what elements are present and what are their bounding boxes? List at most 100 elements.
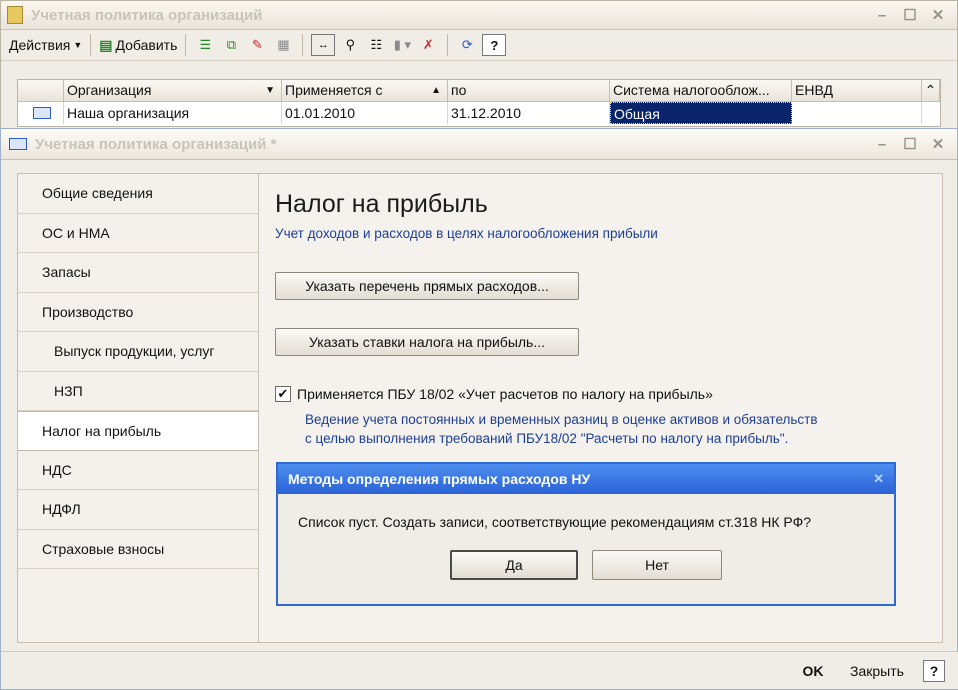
nav-item-fixed-assets[interactable]: ОС и НМА [18, 214, 258, 253]
policy-table: Организация ▼ Применяется с ▲ по Система н… [17, 79, 941, 127]
toolbar-divider [185, 34, 187, 56]
nav-item-label: Выпуск продукции, услуг [54, 343, 215, 360]
nav-item-label: Страховые взносы [42, 540, 165, 557]
table-row[interactable]: Наша организация 01.01.2010 31.12.2010 О… [18, 102, 940, 124]
column-header-organization[interactable]: Организация ▼ [64, 80, 282, 102]
add-button-label: Добавить [115, 37, 178, 53]
add-button[interactable]: ▤ Добавить [99, 37, 177, 54]
cell-organization[interactable]: Наша организация [64, 102, 282, 124]
close-icon[interactable]: ✕ [929, 6, 947, 24]
pbu-note-line: с целью выполнения требований ПБУ18/02 "… [305, 431, 789, 446]
direct-costs-button[interactable]: Указать перечень прямых расходов... [275, 272, 579, 300]
nav-item-label: НДС [42, 461, 72, 478]
nav-item-label: Запасы [42, 264, 91, 281]
form-window-icon [9, 138, 27, 150]
scroll-up-icon[interactable]: ⌃ [922, 80, 940, 102]
column-header-tax-system[interactable]: Система налогооблож... [610, 80, 792, 102]
actions-menu-label: Действия [9, 37, 71, 53]
help-button[interactable]: ? [923, 660, 945, 682]
cell-to[interactable]: 31.12.2010 [448, 102, 610, 124]
chevron-down-icon: ▼ [73, 40, 83, 50]
checkmark-icon: ✔ [277, 386, 289, 401]
interval-icon[interactable]: ↔ [311, 34, 336, 56]
nav-item-general[interactable]: Общие сведения [18, 174, 258, 214]
pbu-checkbox-row[interactable]: ✔ Применяется ПБУ 18/02 «Учет расчетов п… [275, 386, 713, 402]
minimize-icon[interactable]: – [873, 135, 891, 153]
back-window: Учетная политика организаций – ☐ ✕ Дейст… [0, 0, 958, 130]
pbu-checkbox[interactable]: ✔ [275, 386, 291, 402]
maximize-icon[interactable]: ☐ [901, 6, 919, 24]
close-icon[interactable]: ✕ [873, 471, 884, 487]
refresh-icon[interactable]: ⟳ [456, 35, 478, 55]
ok-button[interactable]: OK [795, 656, 831, 686]
nav-item-insurance[interactable]: Страховые взносы [18, 530, 258, 569]
form-titlebar: Учетная политика организаций * – ☐ ✕ [1, 129, 957, 160]
close-icon[interactable]: ✕ [929, 135, 947, 153]
nav-item-output[interactable]: Выпуск продукции, услуг [18, 332, 258, 372]
dialog-message: Список пуст. Создать записи, соответству… [298, 514, 812, 530]
copy-icon[interactable]: ⧉ [220, 35, 242, 55]
filter-list-icon[interactable]: ☷ [365, 35, 387, 55]
toolbar-divider [447, 34, 449, 56]
nav-item-label: НДФЛ [42, 501, 81, 518]
delete-icon[interactable]: ▦ [272, 35, 294, 55]
cell-tax-system[interactable]: Общая [610, 102, 792, 124]
maximize-icon[interactable]: ☐ [901, 135, 919, 153]
nav-item-label: НЗП [54, 382, 83, 399]
hierarchy-icon[interactable]: ▮ ▾ [391, 35, 413, 55]
confirm-dialog: Методы определения прямых расходов НУ ✕ … [276, 462, 896, 606]
clear-filter-icon[interactable]: ✗ [417, 35, 439, 55]
column-header-label: Система налогооблож... [613, 82, 770, 98]
column-header-label: ЕНВД [795, 82, 833, 98]
nav-item-vat[interactable]: НДС [18, 451, 258, 490]
column-header-to[interactable]: по [448, 80, 610, 102]
nav-item-label: Производство [42, 303, 134, 320]
help-icon[interactable]: ? [482, 34, 507, 56]
minimize-icon[interactable]: – [873, 6, 891, 24]
yes-button[interactable]: Да [450, 550, 578, 580]
toolbar-divider [90, 34, 92, 56]
page-subtitle: Учет доходов и расходов в целях налогооб… [275, 226, 658, 241]
form-footer: OK Закрыть ? [1, 651, 958, 689]
filter-icon[interactable]: ⚲ [339, 35, 361, 55]
actions-menu[interactable]: Действия ▼ [9, 37, 82, 53]
pbu-note: Ведение учета постоянных и временных раз… [305, 410, 818, 448]
cell-envd[interactable] [792, 102, 922, 124]
column-header-label: Организация [67, 82, 152, 98]
add-icon: ▤ [99, 36, 113, 53]
table-header-icon-col [18, 80, 64, 102]
toolbar-divider [302, 34, 304, 56]
nav-item-wip[interactable]: НЗП [18, 372, 258, 411]
nav-item-ndfl[interactable]: НДФЛ [18, 490, 258, 530]
add-group-icon[interactable]: ☰ [194, 35, 216, 55]
column-header-envd[interactable]: ЕНВД [792, 80, 922, 102]
form-window-title: Учетная политика организаций * [35, 135, 277, 153]
back-window-icon [7, 6, 23, 24]
pbu-checkbox-label: Применяется ПБУ 18/02 «Учет расчетов по … [297, 386, 713, 402]
column-header-applies-from[interactable]: Применяется с ▲ [282, 80, 448, 102]
close-button[interactable]: Закрыть [841, 656, 913, 686]
nav-item-label: Налог на прибыль [42, 422, 162, 439]
sort-up-icon: ▲ [431, 85, 441, 96]
nav-item-label: ОС и НМА [42, 224, 110, 241]
column-header-label: по [451, 82, 467, 98]
no-button[interactable]: Нет [592, 550, 722, 580]
section-nav: Общие сведения ОС и НМА Запасы Производс… [17, 173, 259, 643]
nav-item-profit-tax[interactable]: Налог на прибыль [18, 411, 258, 451]
column-header-label: Применяется с [285, 82, 383, 98]
dialog-titlebar: Методы определения прямых расходов НУ ✕ [278, 464, 894, 494]
nav-item-inventory[interactable]: Запасы [18, 253, 258, 293]
nav-item-label: Общие сведения [42, 185, 153, 202]
edit-icon[interactable]: ✎ [246, 35, 268, 55]
page-title: Налог на прибыль [275, 190, 488, 218]
back-window-title: Учетная политика организаций [31, 6, 263, 24]
chevron-down-icon: ▼ [265, 85, 275, 96]
tax-rates-button[interactable]: Указать ставки налога на прибыль... [275, 328, 579, 356]
nav-item-production[interactable]: Производство [18, 293, 258, 332]
record-icon [33, 107, 51, 119]
cell-applies-from[interactable]: 01.01.2010 [282, 102, 448, 124]
back-window-titlebar: Учетная политика организаций – ☐ ✕ [1, 1, 957, 30]
dialog-title: Методы определения прямых расходов НУ [288, 471, 591, 487]
row-icon [18, 102, 64, 124]
table-header: Организация ▼ Применяется с ▲ по Система н… [18, 80, 940, 102]
